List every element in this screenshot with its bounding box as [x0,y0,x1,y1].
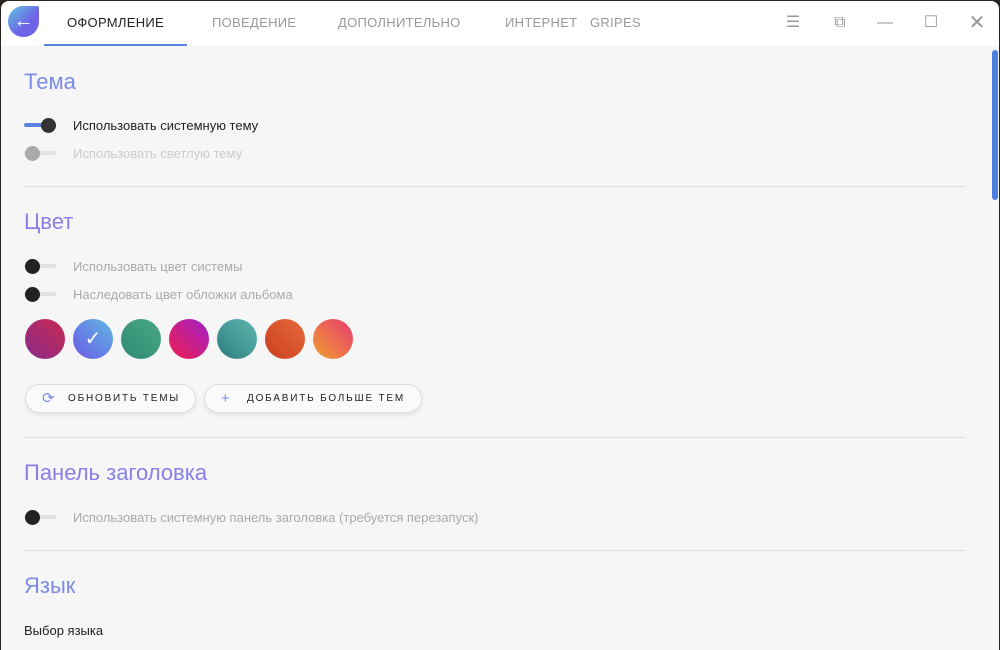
scrollbar[interactable] [992,50,998,200]
toggle-system-theme[interactable] [24,118,58,133]
toggle-light-theme[interactable] [24,146,58,161]
label-system-titlebar: Использовать системную панель заголовка … [73,510,479,525]
section-title-theme: Тема [24,69,76,94]
section-title-titlebar: Панель заголовка [24,460,208,485]
color-swatch[interactable] [121,319,161,359]
miniplayer-icon[interactable]: ⧉ [829,12,851,34]
divider [24,550,966,551]
back-button[interactable]: ← [8,6,39,37]
color-swatch[interactable] [169,319,209,359]
close-icon[interactable]: ✕ [966,12,988,34]
section-title-color: Цвет [24,209,74,234]
toggle-album-color[interactable] [24,287,58,302]
maximize-icon[interactable]: ☐ [920,12,942,34]
label-system-color: Использовать цвет системы [73,259,243,274]
refresh-themes-button[interactable]: ⟳ ОБНОВИТЬ ТЕМЫ [25,384,196,413]
plus-icon: + [221,390,230,407]
check-icon: ✓ [84,328,102,350]
toggle-system-titlebar[interactable] [24,510,58,525]
toggle-system-color[interactable] [24,259,58,274]
add-themes-button[interactable]: + ДОБАВИТЬ БОЛЬШЕ ТЕМ [204,384,422,413]
color-swatch[interactable] [25,319,65,359]
section-title-language: Язык [24,573,76,598]
label-light-theme: Использовать светлую тему [73,146,243,161]
color-swatch[interactable] [313,319,353,359]
tab-advanced[interactable]: ДОПОЛНИТЕЛЬНО [338,1,461,46]
refresh-themes-label: ОБНОВИТЬ ТЕМЫ [68,393,181,404]
tab-gripes[interactable]: GRIPES [590,1,641,46]
label-album-color: Наследовать цвет обложки альбома [73,287,293,302]
divider [24,186,966,187]
menu-icon[interactable]: ☰ [782,12,804,34]
color-swatch-selected[interactable]: ✓ [73,319,113,359]
minimize-icon[interactable]: — [874,12,896,34]
tab-behavior[interactable]: ПОВЕДЕНИЕ [212,1,296,46]
settings-window: ← ОФОРМЛЕНИЕ ПОВЕДЕНИЕ ДОПОЛНИТЕЛЬНО ИНТ… [1,1,999,650]
header: ← ОФОРМЛЕНИЕ ПОВЕДЕНИЕ ДОПОЛНИТЕЛЬНО ИНТ… [1,1,999,46]
tab-internet[interactable]: ИНТЕРНЕТ [505,1,577,46]
add-themes-label: ДОБАВИТЬ БОЛЬШЕ ТЕМ [247,393,406,404]
tab-appearance[interactable]: ОФОРМЛЕНИЕ [44,1,187,46]
refresh-icon: ⟳ [42,390,55,407]
color-swatch[interactable] [265,319,305,359]
color-swatch[interactable] [217,319,257,359]
label-system-theme: Использовать системную тему [73,118,259,133]
divider [24,437,966,438]
label-language-select: Выбор языка [24,623,104,638]
